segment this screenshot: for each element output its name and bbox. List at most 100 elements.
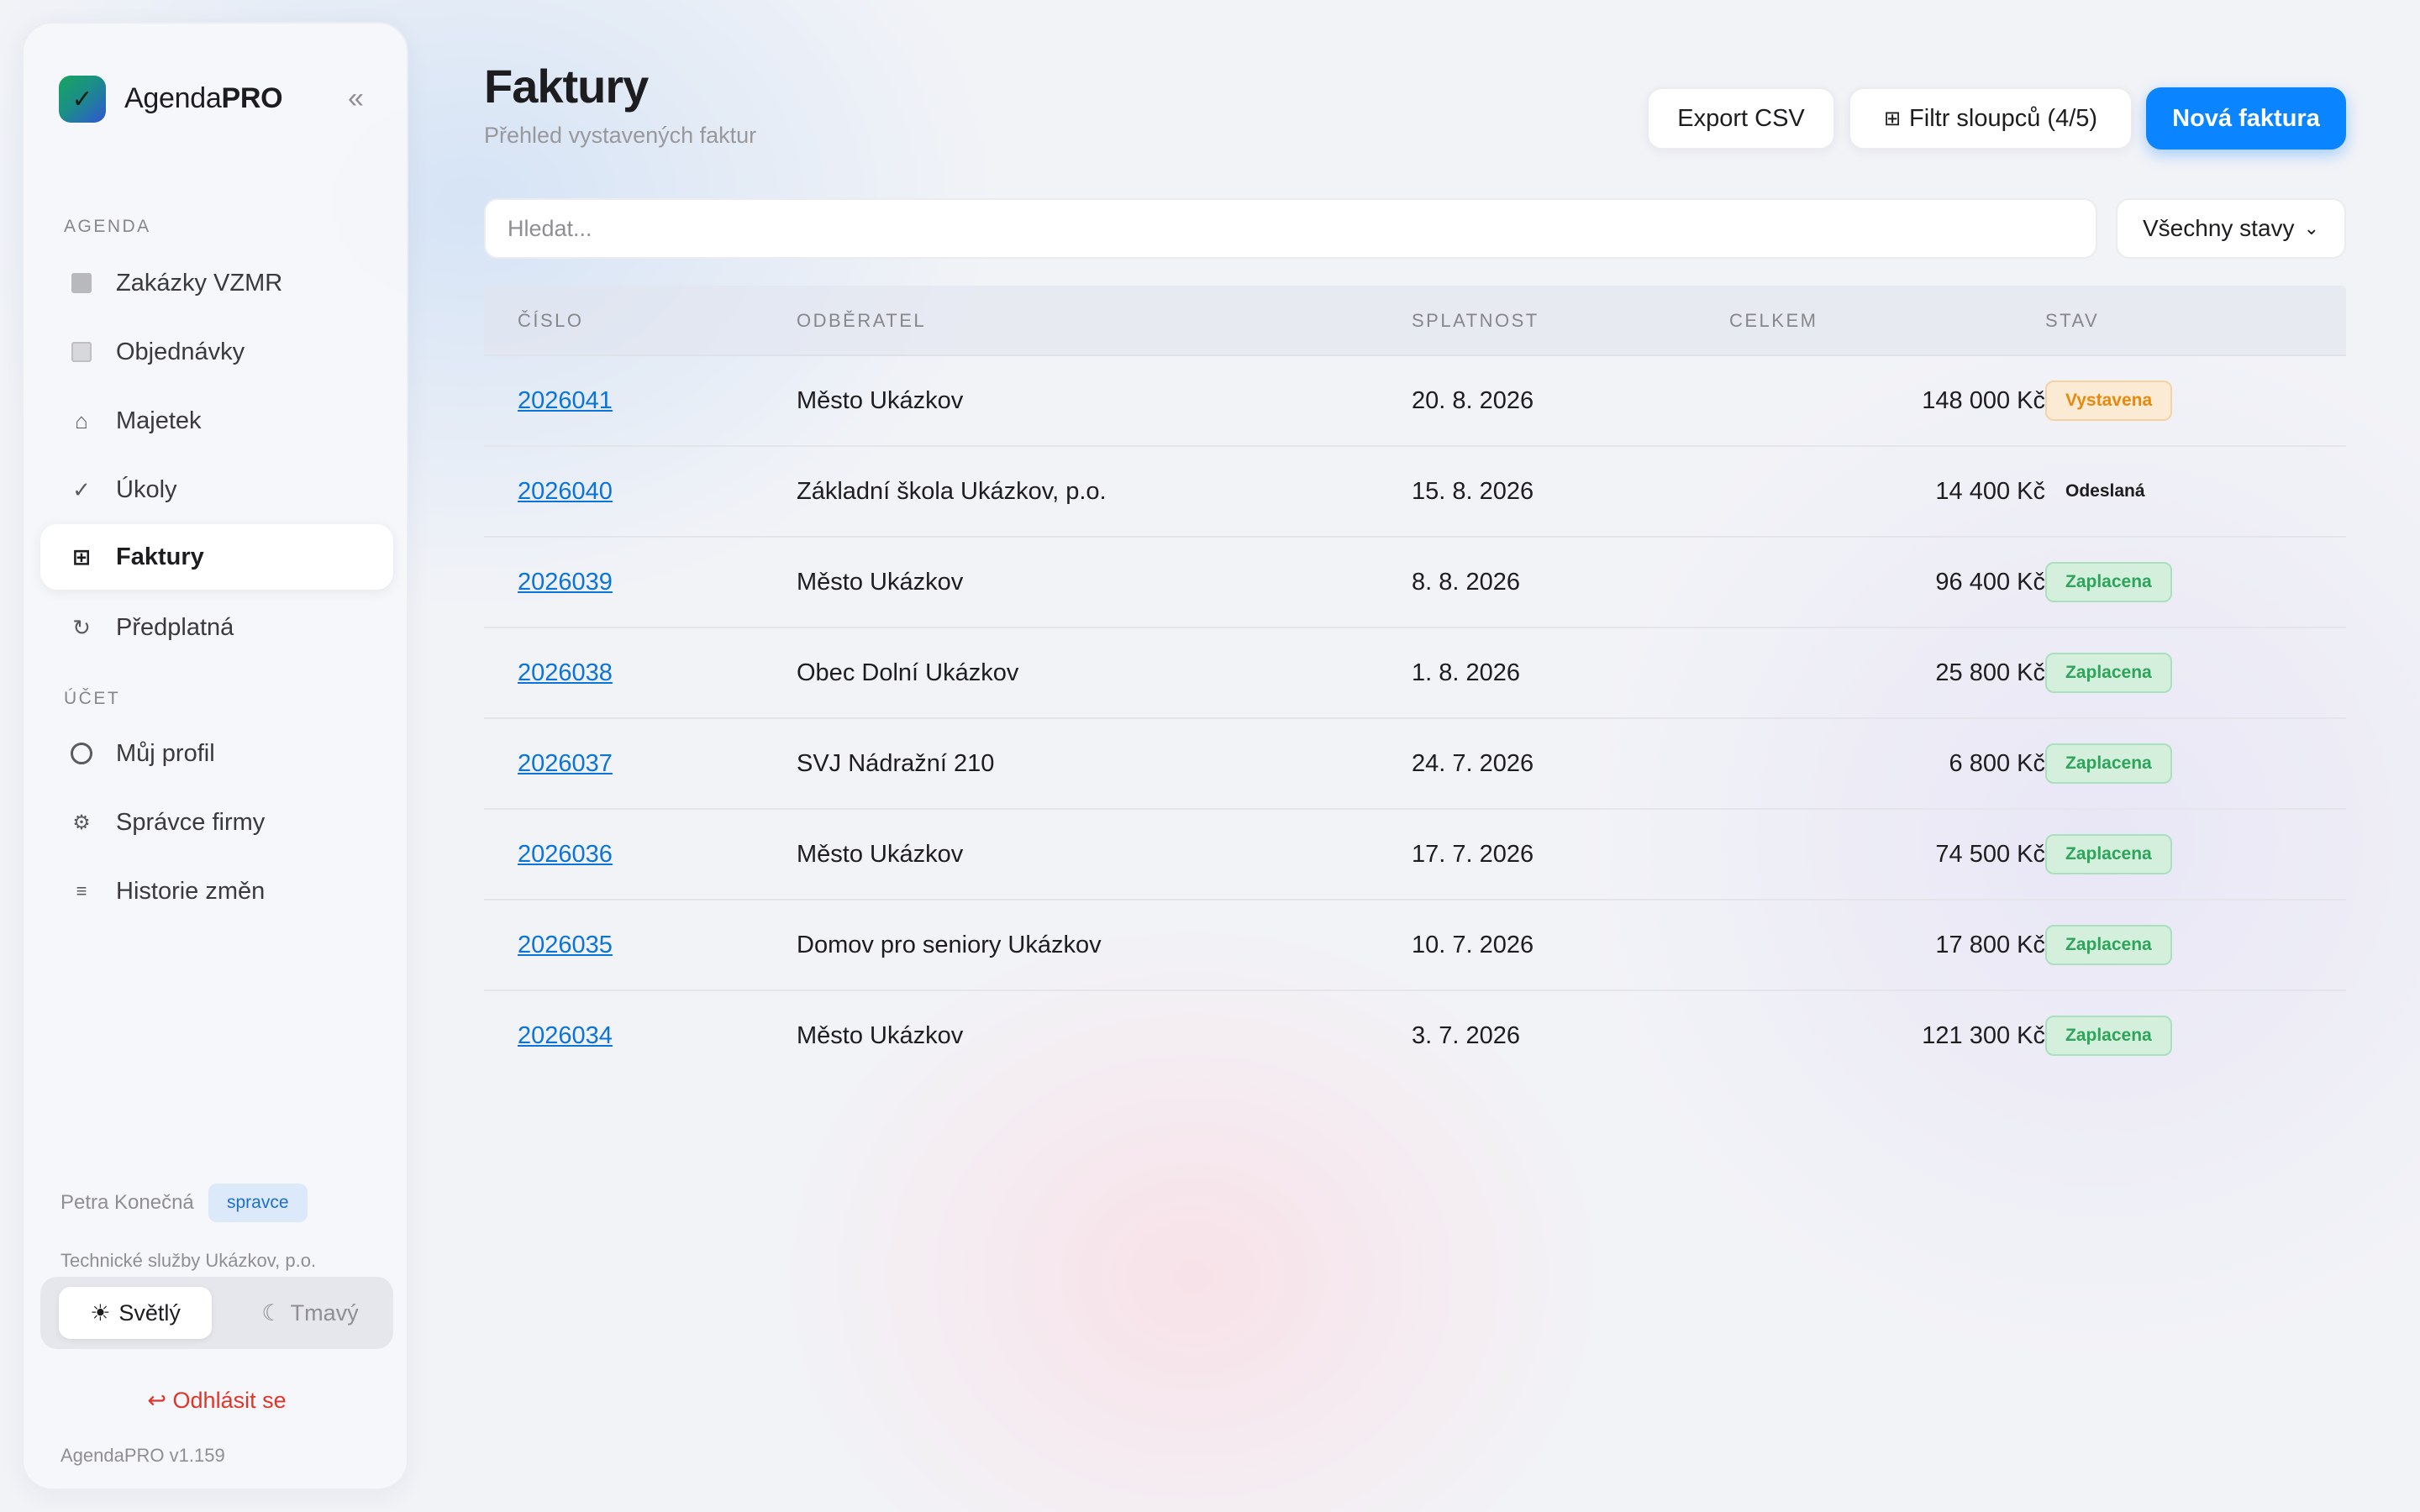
sun-icon: ☀	[90, 1299, 111, 1326]
sidebar-item-faktury[interactable]: ⊞ Faktury	[40, 524, 393, 590]
app-logo-icon: ✓	[59, 76, 106, 123]
customer-cell: SVJ Nádražní 210	[797, 749, 995, 777]
status-badge: Vystavena	[2045, 381, 2173, 421]
table-row[interactable]: 2026036 Město Ukázkov 17. 7. 2026 74 500 Kč…	[484, 810, 2346, 900]
customer-cell: Obec Dolní Ukázkov	[797, 659, 1019, 686]
invoice-number-link[interactable]: 2026035	[518, 900, 613, 990]
sidebar-item-label: Můj profil	[116, 739, 215, 767]
company-name: Technické služby Ukázkov, p.o.	[60, 1250, 317, 1271]
status-cell: Zaplacena	[2045, 991, 2172, 1080]
total-cell: 14 400 Kč	[1935, 477, 2045, 505]
sidebar-item-label: Správce firmy	[116, 808, 266, 836]
column-filter-button[interactable]: ⊞ Filtr sloupců (4/5)	[1849, 87, 2133, 150]
column-header-total[interactable]: CELKEM	[1729, 286, 1818, 356]
due-date-cell: 10. 7. 2026	[1412, 931, 1534, 958]
due-date-cell: 15. 8. 2026	[1412, 477, 1534, 505]
status-filter-value: Všechny stavy	[2143, 215, 2295, 241]
sidebar: ✓ AgendaPRO « AGENDA Zakázky VZMR Objedn…	[22, 22, 408, 1490]
sidebar-item-historie[interactable]: ≡ Historie změn	[40, 858, 393, 924]
logout-button[interactable]: ↩ Odhlásit se	[24, 1388, 410, 1414]
total-cell: 96 400 Kč	[1935, 568, 2045, 596]
total-cell: 121 300 Kč	[1922, 1021, 2045, 1049]
table-header: ČÍSLO ODBĚRATEL SPLATNOST CELKEM STAV	[484, 286, 2346, 356]
table-row[interactable]: 2026038 Obec Dolní Ukázkov 1. 8. 2026 25 80…	[484, 628, 2346, 719]
sidebar-item-predplatna[interactable]: ↻ Předplatná	[40, 595, 393, 660]
sidebar-item-label: Úkoly	[116, 475, 177, 503]
status-filter-select[interactable]: Všechny stavy ⌄	[2116, 198, 2346, 259]
column-header-customer[interactable]: ODBĚRATEL	[797, 286, 926, 356]
export-csv-button[interactable]: Export CSV	[1647, 87, 1835, 150]
sidebar-item-profil[interactable]: Můj profil	[40, 721, 393, 786]
invoice-number-link[interactable]: 2026034	[518, 991, 613, 1080]
sidebar-item-spravce-firmy[interactable]: ⚙ Správce firmy	[40, 790, 393, 855]
invoices-table: ČÍSLO ODBĚRATEL SPLATNOST CELKEM STAV 20…	[484, 286, 2346, 1082]
invoice-number-link[interactable]: 2026041	[518, 356, 613, 445]
sidebar-item-label: Předplatná	[116, 613, 234, 641]
status-badge: Zaplacena	[2045, 1016, 2172, 1056]
column-header-due[interactable]: SPLATNOST	[1412, 286, 1539, 356]
due-date-cell: 1. 8. 2026	[1412, 659, 1520, 686]
invoice-number-link[interactable]: 2026036	[518, 810, 613, 899]
customer-cell: Město Ukázkov	[797, 386, 964, 414]
theme-dark-button[interactable]: ☾ Tmavý	[234, 1287, 387, 1339]
logout-label: Odhlásit se	[172, 1388, 287, 1413]
gear-icon: ⚙	[72, 811, 91, 834]
table-row[interactable]: 2026035 Domov pro seniory Ukázkov 10. 7. 2…	[484, 900, 2346, 991]
table-row[interactable]: 2026040 Základní škola Ukázkov, p.o. 15. 8…	[484, 447, 2346, 538]
sidebar-item-label: Majetek	[116, 407, 202, 434]
invoice-number-link[interactable]: 2026040	[518, 447, 613, 536]
square-outline-icon	[40, 342, 116, 362]
theme-light-label: Světlý	[118, 1299, 181, 1326]
table-row[interactable]: 2026037 SVJ Nádražní 210 24. 7. 2026 6 800 …	[484, 719, 2346, 810]
role-badge: spravce	[208, 1184, 308, 1222]
sidebar-item-majetek[interactable]: ⌂ Majetek	[40, 388, 393, 454]
sidebar-item-ukoly[interactable]: ✓ Úkoly	[40, 457, 393, 522]
table-row[interactable]: 2026041 Město Ukázkov 20. 8. 2026 148 000 K…	[484, 356, 2346, 447]
sidebar-item-label: Zakázky VZMR	[116, 269, 283, 297]
check-icon: ✓	[72, 476, 91, 502]
sidebar-item-objednavky[interactable]: Objednávky	[40, 319, 393, 385]
search-input[interactable]	[484, 198, 2097, 259]
list-icon: ≡	[76, 880, 87, 901]
app-brand: AgendaPRO	[124, 82, 283, 114]
customer-cell: Domov pro seniory Ukázkov	[797, 931, 1102, 958]
page-subtitle: Přehled vystavených faktur	[484, 123, 757, 148]
theme-dark-label: Tmavý	[290, 1299, 359, 1326]
table-row[interactable]: 2026039 Město Ukázkov 8. 8. 2026 96 400 Kč Z…	[484, 538, 2346, 628]
page-title: Faktury	[484, 60, 649, 113]
sidebar-item-label: Objednávky	[116, 338, 245, 365]
collapse-sidebar-icon[interactable]: «	[348, 82, 364, 115]
app-version: AgendaPRO v1.159	[60, 1445, 225, 1466]
status-cell: Zaplacena	[2045, 538, 2172, 627]
customer-cell: Město Ukázkov	[797, 568, 964, 596]
column-filter-label: Filtr sloupců (4/5)	[1909, 104, 2098, 132]
table-body: 2026041 Město Ukázkov 20. 8. 2026 148 000 K…	[484, 356, 2346, 1082]
invoice-number-link[interactable]: 2026037	[518, 719, 613, 808]
theme-toggle: ☀ Světlý ☾ Tmavý	[40, 1277, 393, 1349]
table-row[interactable]: 2026034 Město Ukázkov 3. 7. 2026 121 300 Kč…	[484, 991, 2346, 1082]
theme-light-button[interactable]: ☀ Světlý	[59, 1287, 212, 1339]
invoice-number-link[interactable]: 2026039	[518, 538, 613, 627]
status-badge: Odeslaná	[2065, 481, 2145, 501]
column-header-number[interactable]: ČÍSLO	[518, 286, 584, 356]
section-label-agenda: AGENDA	[64, 217, 151, 236]
status-cell: Zaplacena	[2045, 628, 2172, 717]
status-cell: Odeslaná	[2045, 447, 2165, 536]
section-label-ucet: ÚČET	[64, 689, 121, 708]
user-name: Petra Konečná	[60, 1191, 194, 1214]
moon-icon: ☾	[261, 1299, 282, 1326]
customer-cell: Základní škola Ukázkov, p.o.	[797, 477, 1107, 505]
customer-cell: Město Ukázkov	[797, 1021, 964, 1049]
due-date-cell: 24. 7. 2026	[1412, 749, 1534, 777]
new-invoice-button[interactable]: Nová faktura	[2146, 87, 2346, 150]
sidebar-item-label: Historie změn	[116, 877, 266, 905]
invoice-number-link[interactable]: 2026038	[518, 628, 613, 717]
column-header-status[interactable]: STAV	[2045, 286, 2099, 356]
status-badge: Zaplacena	[2045, 743, 2172, 784]
status-cell: Zaplacena	[2045, 719, 2172, 808]
status-cell: Vystavena	[2045, 356, 2173, 445]
sidebar-item-zakazky[interactable]: Zakázky VZMR	[40, 250, 393, 316]
circle-icon	[40, 743, 116, 764]
status-badge: Zaplacena	[2045, 562, 2172, 602]
chevron-down-icon: ⌄	[2303, 218, 2319, 239]
